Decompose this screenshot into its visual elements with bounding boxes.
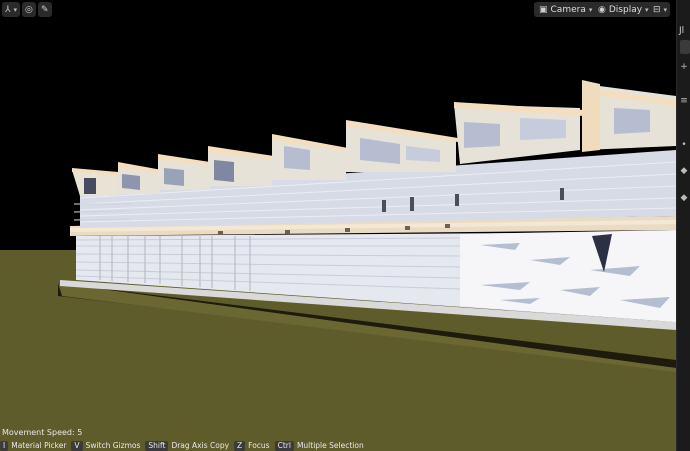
transform-tool-dropdown[interactable]: ⅄ ▾ [2, 2, 21, 17]
panel-tab-label: Jl [679, 26, 685, 36]
pen-icon: ✎ [41, 4, 49, 15]
camera-dropdown[interactable]: ▣ Camera ▾ [534, 2, 598, 17]
shortcut-label: Drag Axis Copy [171, 441, 230, 450]
display-dropdown[interactable]: ◉ Display ▾ [593, 2, 654, 17]
panel-block[interactable] [680, 40, 690, 54]
shortcut-key: I [0, 441, 9, 451]
movement-speed: Movement Speed: 5 [2, 428, 83, 437]
chevron-down-icon: ▾ [588, 5, 593, 14]
shortcut-label: Multiple Selection [296, 441, 364, 450]
camera-icon: ▣ [539, 4, 548, 15]
shortcut-hints: I Material Picker V Switch Gizmos Shift … [0, 441, 366, 451]
camera-label: Camera [550, 4, 586, 15]
eye-icon: ◉ [598, 4, 606, 15]
globe-icon: ◎ [25, 4, 33, 15]
chevron-down-icon: ▾ [645, 5, 649, 14]
shortcut-key: V [71, 441, 83, 451]
shortcut-key: Z [234, 441, 246, 451]
3d-viewport[interactable] [0, 0, 676, 451]
shortcut-key: Ctrl [274, 441, 294, 451]
chevron-down-icon: ▾ [663, 5, 668, 14]
layout-icon: ⊟ [653, 4, 661, 15]
properties-panel[interactable]: Jl + ≡ • ◆ ◆ [676, 0, 690, 451]
dot-icon[interactable]: • [679, 140, 689, 150]
chevron-down-icon: ▾ [13, 5, 18, 14]
shortcut-key: Shift [145, 441, 169, 451]
world-space-toggle[interactable]: ◎ [22, 2, 36, 17]
shortcut-label: Focus [248, 441, 270, 450]
axes-icon: ⅄ [5, 4, 11, 15]
snap-tool-button[interactable]: ✎ [38, 2, 52, 17]
shape-icon[interactable]: ◆ [679, 193, 689, 203]
display-label: Display [608, 4, 643, 15]
building-model-render[interactable] [0, 0, 676, 451]
layout-dropdown[interactable]: ⊟ ▾ [650, 2, 671, 17]
shortcut-label: Material Picker [11, 441, 67, 450]
shape-icon[interactable]: ◆ [679, 166, 689, 176]
shortcut-label: Switch Gizmos [85, 441, 141, 450]
plus-icon[interactable]: + [679, 62, 689, 72]
list-icon[interactable]: ≡ [679, 96, 689, 106]
